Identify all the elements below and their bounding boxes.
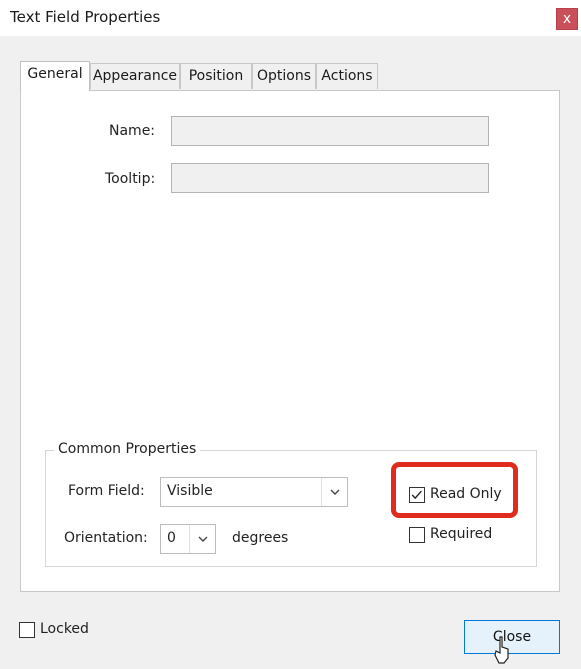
chevron-down-icon [330,489,340,495]
close-icon: x [562,11,572,27]
tooltip-input[interactable] [171,163,489,193]
form-field-value: Visible [167,483,213,499]
tab-position-label: Position [188,68,244,84]
tab-general[interactable]: General [20,61,90,91]
common-properties-title: Common Properties [54,441,201,457]
orientation-value: 0 [167,530,176,546]
title-bar: Text Field Properties x [0,0,581,36]
tab-options[interactable]: Options [252,63,316,89]
required-label: Required [430,526,493,542]
window-close-button[interactable]: x [556,8,578,30]
name-input[interactable] [171,116,489,146]
tab-appearance[interactable]: Appearance [90,63,180,89]
tab-general-label: General [27,66,83,82]
read-only-highlight [391,462,518,518]
orientation-unit: degrees [232,530,289,546]
form-field-select[interactable]: Visible [160,477,348,507]
locked-label: Locked [40,621,89,637]
form-field-label: Form Field: [68,483,145,499]
orientation-dropdown-button[interactable] [189,525,215,553]
general-panel: Name: Tooltip: Common Properties Form Fi… [20,90,560,592]
window-title: Text Field Properties [10,8,161,26]
mouse-cursor-icon [494,636,509,664]
tab-options-label: Options [256,68,312,84]
tab-actions[interactable]: Actions [316,63,378,89]
tooltip-label: Tooltip: [105,171,156,187]
form-field-dropdown-button[interactable] [321,478,347,506]
required-checkbox[interactable] [409,527,425,543]
tab-appearance-label: Appearance [92,68,178,84]
tab-actions-label: Actions [321,68,373,84]
tab-position[interactable]: Position [180,63,252,89]
chevron-down-icon [198,536,208,542]
orientation-select[interactable]: 0 [160,524,216,554]
locked-checkbox[interactable] [19,622,35,638]
orientation-label: Orientation: [64,530,148,546]
name-label: Name: [109,123,156,139]
